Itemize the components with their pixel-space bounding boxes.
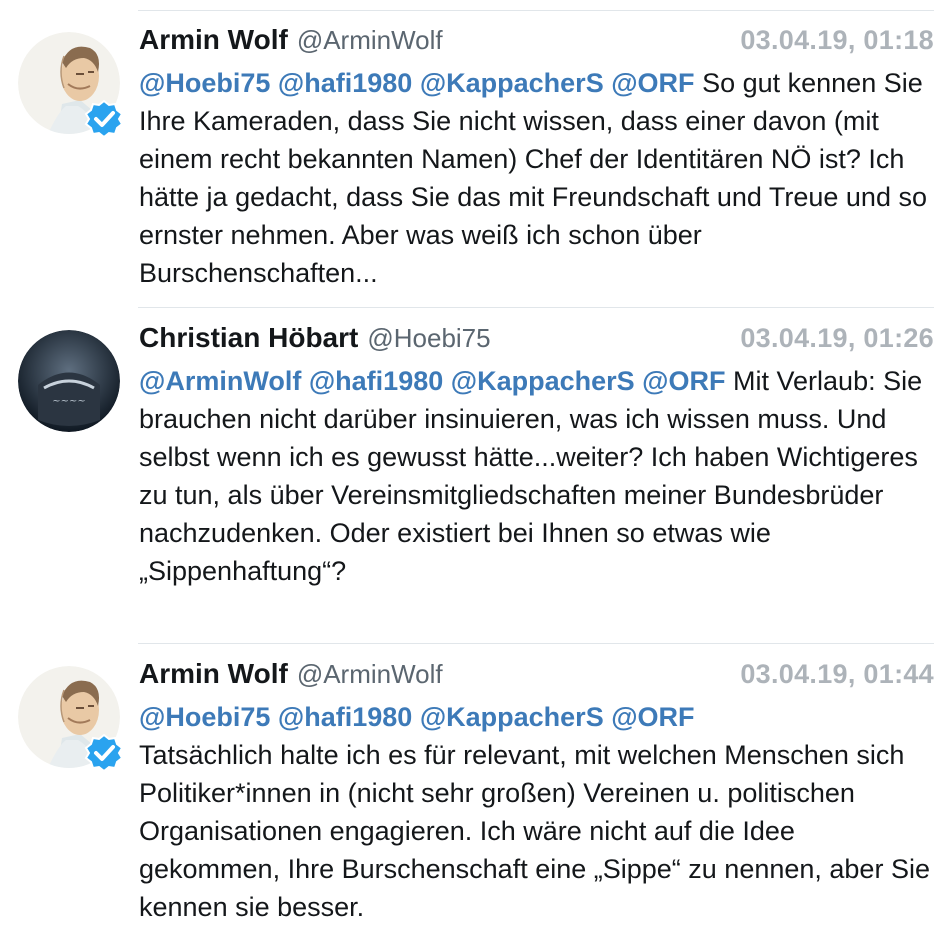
mention-link[interactable]: @KappacherS <box>420 702 604 732</box>
mention-link[interactable]: @hafi1980 <box>309 366 443 396</box>
tweet-text: @Hoebi75 @hafi1980 @KappacherS @ORF Tats… <box>139 698 932 926</box>
mention-link[interactable]: @hafi1980 <box>278 702 412 732</box>
tweet-body-text: Mit Verlaub: Sie brauchen nicht darüber … <box>139 366 923 586</box>
divider <box>138 10 934 11</box>
author-handle[interactable]: @ArminWolf <box>297 659 443 690</box>
tweet-date: 03.04.19, 01:18 <box>740 25 934 55</box>
mention-link[interactable]: @hafi1980 <box>278 68 412 98</box>
tweet-text: @ArminWolf @hafi1980 @KappacherS @ORF Mi… <box>139 362 932 590</box>
mention-link[interactable]: @ORF <box>611 702 694 732</box>
author-name[interactable]: Armin Wolf <box>139 658 288 690</box>
divider <box>138 307 934 308</box>
author-name[interactable]: Christian Höbart <box>139 322 358 354</box>
author-handle[interactable]: @ArminWolf <box>297 25 443 56</box>
avatar[interactable]: ~~~~ <box>18 330 120 432</box>
author-handle[interactable]: @Hoebi75 <box>367 323 490 354</box>
tweet-date: 03.04.19, 01:26 <box>740 323 934 353</box>
tweet-header: Armin Wolf @ArminWolf 03.04.19, 01:44 <box>139 658 934 692</box>
tweet-date: 03.04.19, 01:44 <box>740 659 934 689</box>
mention-link[interactable]: @Hoebi75 <box>139 68 270 98</box>
dark-photo-icon: ~~~~ <box>18 330 120 432</box>
mention-link[interactable]: @KappacherS <box>451 366 635 396</box>
verified-badge-icon <box>84 99 124 139</box>
tweet-header: Armin Wolf @ArminWolf 03.04.19, 01:18 <box>139 24 934 58</box>
tweet-text: @Hoebi75 @hafi1980 @KappacherS @ORF So g… <box>139 64 932 292</box>
tweet-header: Christian Höbart @Hoebi75 03.04.19, 01:2… <box>139 322 934 356</box>
mention-link[interactable]: @ORF <box>611 68 694 98</box>
divider <box>138 643 934 644</box>
svg-text:~~~~: ~~~~ <box>52 396 86 407</box>
verified-badge-icon <box>84 733 124 773</box>
mention-link[interactable]: @Hoebi75 <box>139 702 270 732</box>
mention-link[interactable]: @KappacherS <box>420 68 604 98</box>
mention-link[interactable]: @ORF <box>642 366 725 396</box>
author-name[interactable]: Armin Wolf <box>139 24 288 56</box>
tweet-body-text: So gut kennen Sie Ihre Kameraden, dass S… <box>139 68 927 288</box>
tweet-body-text: Tatsächlich halte ich es für relevant, m… <box>139 740 930 922</box>
mention-link[interactable]: @ArminWolf <box>139 366 301 396</box>
